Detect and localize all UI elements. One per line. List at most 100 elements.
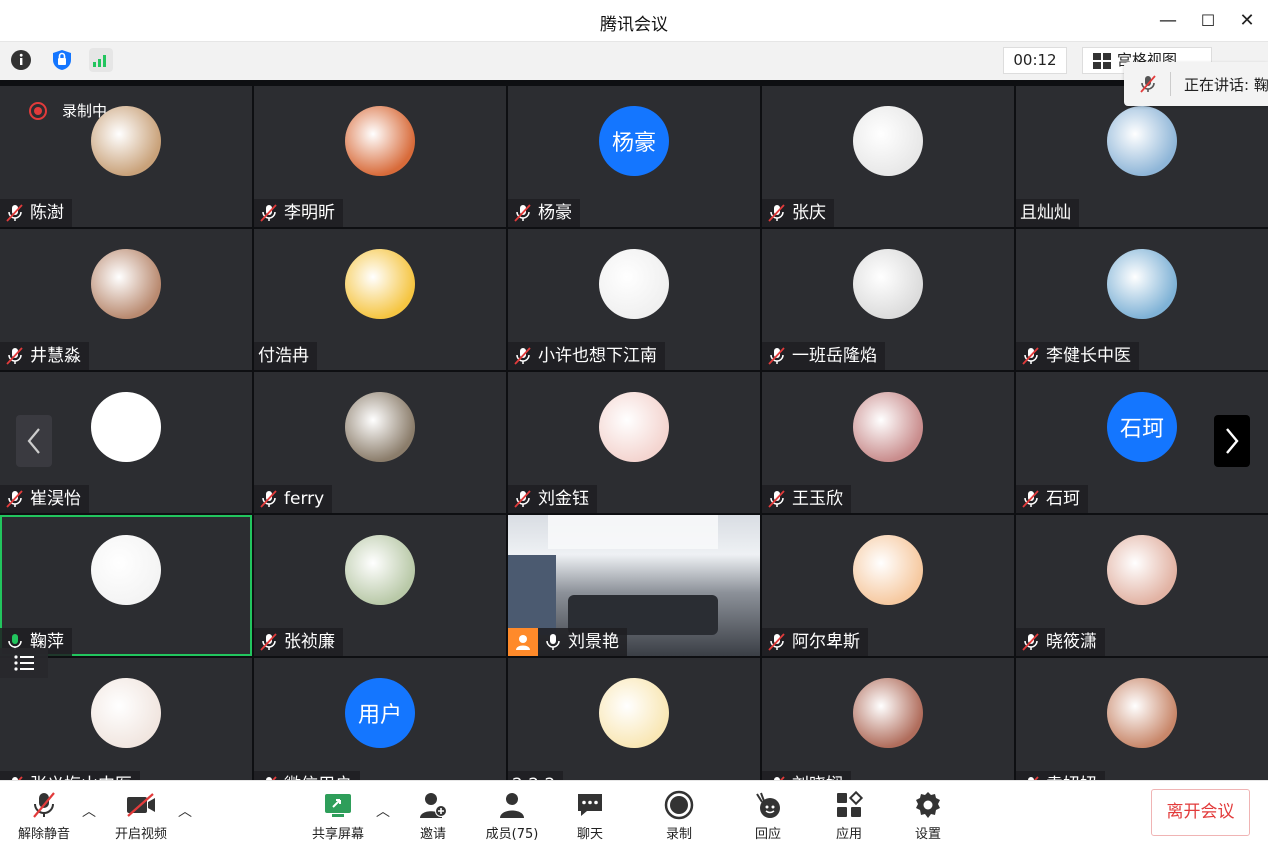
participant-name-tag: 井慧淼 <box>0 342 89 370</box>
participant-name: 付浩冉 <box>258 346 309 366</box>
chat-label: 聊天 <box>576 827 603 842</box>
members-label: 成员(75) <box>485 827 539 842</box>
participant-tile[interactable]: 小许也想下江南 <box>508 229 760 370</box>
recording-indicator: 录制中 <box>28 100 107 121</box>
participant-tile[interactable]: 井慧淼 <box>0 229 252 370</box>
next-page-button[interactable] <box>1214 415 1250 467</box>
participant-tile[interactable]: 鞠萍 <box>0 515 252 656</box>
participant-name: 王玉欣 <box>792 489 843 509</box>
react-button[interactable]: 回应 <box>733 789 803 842</box>
participant-tile[interactable]: ferry <box>254 372 506 513</box>
avatar <box>1107 678 1177 748</box>
avatar <box>91 392 161 462</box>
network-signal-icon[interactable] <box>89 48 113 72</box>
mic-muted-icon <box>514 347 531 365</box>
participant-name-tag: 张庆 <box>762 199 834 227</box>
participant-grid: 陈澍 李明昕 杨豪 杨豪 张庆 且灿灿井慧淼 付浩冉 小许也想下江南 一班岳隆焰 李健长中医崔淏怡… <box>0 80 1268 780</box>
mic-muted-icon <box>768 633 785 651</box>
settings-button[interactable]: 设置 <box>893 789 963 842</box>
participant-name-tag: 刘金钰 <box>508 485 597 513</box>
participant-tile[interactable]: 李明昕 <box>254 86 506 227</box>
avatar <box>345 249 415 319</box>
participant-name: 且灿灿 <box>1020 203 1071 223</box>
participant-tile[interactable]: 张庆 <box>762 86 1014 227</box>
apps-button[interactable]: 应用 <box>814 789 884 842</box>
invite-button[interactable]: 邀请 <box>398 789 468 842</box>
mic-muted-icon <box>260 490 277 508</box>
participant-name-tag: ferry <box>254 485 333 513</box>
chevron-left-icon <box>27 428 40 454</box>
participant-name-tag: 李健长中医 <box>1016 342 1139 370</box>
participant-tile[interactable]: 袁妞妞 <box>1016 658 1268 780</box>
participant-tile[interactable]: 王玉欣 <box>762 372 1014 513</box>
participant-tile[interactable]: 晓筱潇 <box>1016 515 1268 656</box>
members-button[interactable]: 成员(75) <box>477 789 547 842</box>
participant-name: 2.2.2 <box>512 771 555 780</box>
camera-off-icon <box>127 793 155 817</box>
list-icon <box>14 655 34 671</box>
recording-label: 录制中 <box>62 102 108 120</box>
avatar <box>91 678 161 748</box>
unmute-button[interactable]: 解除静音 <box>9 789 79 842</box>
avatar <box>599 678 669 748</box>
avatar <box>345 392 415 462</box>
mic-muted-icon <box>33 792 55 818</box>
avatar <box>1107 249 1177 319</box>
participant-name: 崔淏怡 <box>30 489 81 509</box>
participant-name-tag: 崔淏怡 <box>0 485 89 513</box>
participant-name: 杨豪 <box>538 203 572 223</box>
participant-name-tag: 陈澍 <box>0 199 72 227</box>
participant-tile[interactable]: 阿尔卑斯 <box>762 515 1014 656</box>
participant-tile[interactable]: 2.2.2 <box>508 658 760 780</box>
mic-muted-icon <box>1140 75 1156 93</box>
info-icon[interactable] <box>9 48 33 72</box>
audio-options-caret[interactable]: ︿ <box>82 801 96 821</box>
info-bar: 00:12 宫格视图 <box>0 42 1268 80</box>
meeting-timer: 00:12 <box>1003 47 1067 74</box>
mic-muted-icon <box>1022 490 1039 508</box>
security-shield-icon[interactable] <box>50 48 74 72</box>
close-button[interactable]: ✕ <box>1233 8 1261 34</box>
record-button[interactable]: 录制 <box>644 789 714 842</box>
mic-muted-icon <box>6 347 23 365</box>
mic-muted-icon <box>514 490 531 508</box>
participant-tile[interactable]: 一班岳隆焰 <box>762 229 1014 370</box>
mic-muted-icon <box>6 204 23 222</box>
mic-muted-icon <box>260 633 277 651</box>
participant-tile[interactable]: 张祯廉 <box>254 515 506 656</box>
share-options-caret[interactable]: ︿ <box>376 801 390 821</box>
avatar <box>853 392 923 462</box>
participant-name-tag: 2.2.2 <box>508 771 564 780</box>
video-options-caret[interactable]: ︿ <box>178 801 192 821</box>
participant-tile[interactable]: 刘景艳 <box>508 515 760 656</box>
invite-label: 邀请 <box>419 827 446 842</box>
participant-tile[interactable]: 杨豪 杨豪 <box>508 86 760 227</box>
settings-label: 设置 <box>914 827 941 842</box>
start-video-button[interactable]: 开启视频 <box>106 789 176 842</box>
list-toggle-button[interactable] <box>0 648 48 678</box>
chat-button[interactable]: 聊天 <box>555 789 625 842</box>
minimize-button[interactable]: — <box>1154 8 1182 34</box>
participant-name-tag: 微信用户 <box>254 771 360 780</box>
participant-tile[interactable]: 刘金钰 <box>508 372 760 513</box>
mic-muted-icon <box>514 204 531 222</box>
participant-tile[interactable]: 刘晓娴 <box>762 658 1014 780</box>
unmute-label: 解除静音 <box>17 827 70 842</box>
share-screen-button[interactable]: 共享屏幕 <box>303 789 373 842</box>
avatar <box>599 249 669 319</box>
grid-icon <box>1093 53 1111 69</box>
meeting-toolbar: 解除静音 ︿ 开启视频 ︿ 共享屏幕 ︿ 邀请 成员(75) 聊天 录制 回应 … <box>0 780 1268 845</box>
participant-name: 阿尔卑斯 <box>792 632 860 652</box>
previous-page-button[interactable] <box>16 415 52 467</box>
participant-tile[interactable]: 且灿灿 <box>1016 86 1268 227</box>
share-screen-icon <box>325 794 351 817</box>
leave-meeting-button[interactable]: 离开会议 <box>1151 789 1250 836</box>
avatar <box>853 535 923 605</box>
participant-tile[interactable]: 付浩冉 <box>254 229 506 370</box>
participant-name: 刘金钰 <box>538 489 589 509</box>
participant-tile[interactable]: 用户微信用户 <box>254 658 506 780</box>
participant-tile[interactable]: 李健长中医 <box>1016 229 1268 370</box>
participant-name: ferry <box>284 489 325 509</box>
participant-name: 张义梅山中医 <box>30 771 132 780</box>
maximize-button[interactable]: ☐ <box>1194 8 1222 34</box>
